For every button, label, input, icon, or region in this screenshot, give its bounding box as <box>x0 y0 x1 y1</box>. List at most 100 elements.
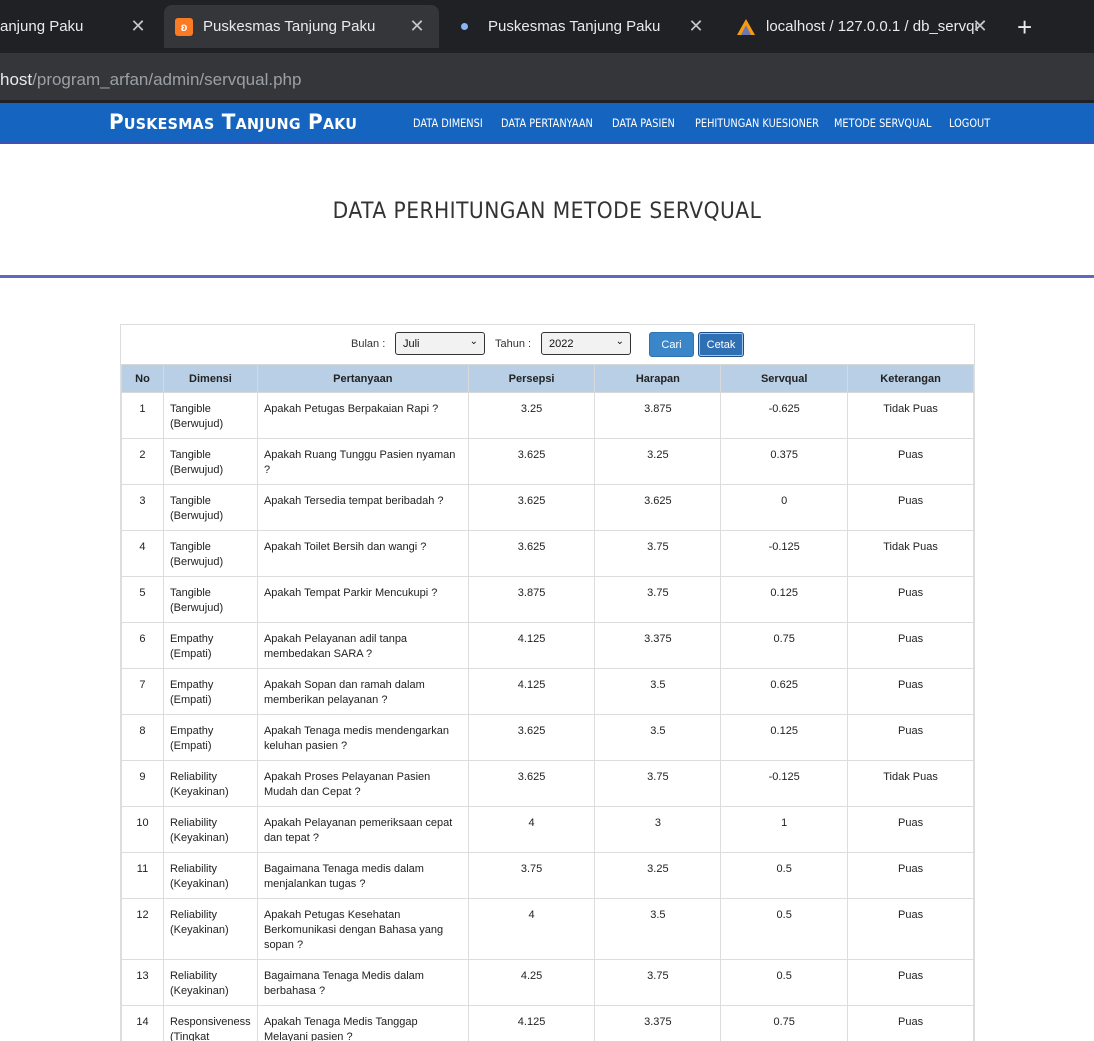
cell-pertanyaan: Apakah Sopan dan ramah dalam memberikan … <box>256 668 469 715</box>
table-row: 6 Empathy (Empati) Apakah Pelayanan adil ta… <box>121 622 974 669</box>
tahun-value: 2022 <box>549 338 574 350</box>
close-icon[interactable]: ✕ <box>128 16 148 37</box>
cell-dimensi: Tangible (Berwujud) <box>162 484 258 531</box>
cell-pertanyaan: Apakah Proses Pelayanan Pasien Mudah dan… <box>256 760 469 807</box>
dimensi-name: Tangible <box>169 587 211 599</box>
table-row: 7 Empathy (Empati) Apakah Sopan dan ramah d… <box>121 668 974 715</box>
table-row: 10 Reliability (Keyakinan) Apakah Pelayanan… <box>121 806 974 853</box>
dimensi-name: Empathy <box>169 725 214 737</box>
cell-dimensi: Tangible (Berwujud) <box>162 438 258 485</box>
cell-servqual: 0 <box>720 484 849 531</box>
tab-title: Puskesmas Tanjung Paku <box>203 18 376 35</box>
dimensi-name: Empathy <box>169 679 214 691</box>
header-pertanyaan: Pertanyaan <box>256 364 469 393</box>
nav-data-dimensi[interactable]: Data Dimensi <box>413 116 483 130</box>
dimensi-name: Reliability <box>169 909 218 921</box>
filter-bar: Bulan : Juli ⌄ Tahun : 2022 ⌄ Cari Cetak <box>121 325 974 364</box>
cell-pertanyaan: Bagaimana Tenaga medis dalam menjalankan… <box>256 852 469 899</box>
cell-keterangan: Puas <box>847 438 974 485</box>
url-path: /program_arfan/admin/servqual.php <box>32 70 302 89</box>
dimensi-name: Tangible <box>169 541 211 553</box>
nav-logout[interactable]: Logout <box>949 116 990 130</box>
cell-keterangan: Tidak Puas <box>847 760 974 807</box>
dimensi-translation: (Tingkat Responsif Atau Tanggap) <box>169 1031 210 1041</box>
url-text[interactable]: host/program_arfan/admin/servqual.php <box>0 70 301 90</box>
site-brand[interactable]: Puskesmas Tanjung Paku <box>109 110 357 134</box>
phpmyadmin-favicon-icon <box>736 18 756 36</box>
close-icon[interactable]: ✕ <box>407 16 427 37</box>
servqual-table: No Dimensi Pertanyaan Persepsi Harapan S… <box>121 364 974 1041</box>
nav-data-pasien[interactable]: Data Pasien <box>612 116 675 130</box>
tab-title: Puskesmas Tanjung Paku <box>488 18 661 35</box>
cell-harapan: 3 <box>594 806 722 853</box>
tahun-select[interactable]: 2022 ⌄ <box>541 332 631 355</box>
table-row: 1 Tangible (Berwujud) Apakah Petugas Berpak… <box>121 392 974 439</box>
browser-tab-3[interactable]: Puskesmas Tanjung Paku ✕ <box>443 5 718 48</box>
page-title: DATA PERHITUNGAN METODE SERVQUAL <box>332 199 762 224</box>
table-row: 12 Reliability (Keyakinan) Apakah Petugas K… <box>121 898 974 960</box>
cell-persepsi: 3.75 <box>467 852 596 899</box>
dimensi-name: Responsiveness <box>169 1016 251 1028</box>
loading-dot-icon <box>461 23 468 30</box>
cell-persepsi: 3.25 <box>467 392 596 439</box>
table-row: 3 Tangible (Berwujud) Apakah Tersedia tempa… <box>121 484 974 531</box>
close-icon[interactable]: ✕ <box>686 16 706 37</box>
cell-harapan: 3.875 <box>594 392 722 439</box>
new-tab-plus-icon[interactable]: + <box>1017 12 1032 43</box>
cell-harapan: 3.75 <box>594 530 722 577</box>
cell-harapan: 3.5 <box>594 714 722 761</box>
cell-dimensi: Reliability (Keyakinan) <box>162 959 258 1006</box>
cell-no: 9 <box>121 760 164 807</box>
browser-tab-4[interactable]: localhost / 127.0.0.1 / db_servqual ✕ <box>722 5 1002 48</box>
table-row: 13 Reliability (Keyakinan) Bagaimana Tenaga… <box>121 959 974 1006</box>
cell-keterangan: Puas <box>847 1005 974 1041</box>
table-row: 4 Tangible (Berwujud) Apakah Toilet Bersih … <box>121 530 974 577</box>
cell-pertanyaan: Apakah Pelayanan pemeriksaan cepat dan t… <box>256 806 469 853</box>
cell-dimensi: Tangible (Berwujud) <box>162 392 258 439</box>
cetak-button[interactable]: Cetak <box>698 332 744 357</box>
dimensi-translation: (Berwujud) <box>169 556 224 568</box>
cell-no: 2 <box>121 438 164 485</box>
cell-dimensi: Reliability (Keyakinan) <box>162 852 258 899</box>
address-bar[interactable]: host/program_arfan/admin/servqual.php <box>0 53 1094 100</box>
nav-metode-servqual[interactable]: Metode Servqual <box>834 116 931 130</box>
dimensi-translation: (Keyakinan) <box>169 832 229 844</box>
cell-pertanyaan: Apakah Tenaga Medis Tanggap Melayani pas… <box>256 1005 469 1041</box>
cell-harapan: 3.75 <box>594 576 722 623</box>
header-harapan: Harapan <box>594 364 722 393</box>
bulan-select[interactable]: Juli ⌄ <box>395 332 485 355</box>
nav-data-pertanyaan[interactable]: Data Pertanyaan <box>501 116 593 130</box>
cell-pertanyaan: Apakah Tersedia tempat beribadah ? <box>256 484 469 531</box>
title-divider <box>0 275 1094 278</box>
cell-harapan: 3.25 <box>594 852 722 899</box>
servqual-panel: Bulan : Juli ⌄ Tahun : 2022 ⌄ Cari Cetak… <box>120 324 975 1041</box>
cell-harapan: 3.625 <box>594 484 722 531</box>
dimensi-name: Reliability <box>169 970 218 982</box>
cell-no: 10 <box>121 806 164 853</box>
cari-button[interactable]: Cari <box>649 332 694 357</box>
dimensi-translation: (Berwujud) <box>169 418 224 430</box>
cell-servqual: -0.625 <box>720 392 849 439</box>
cell-servqual: 0.375 <box>720 438 849 485</box>
cell-servqual: 0.75 <box>720 1005 849 1041</box>
cell-keterangan: Puas <box>847 714 974 761</box>
browser-tab-2[interactable]: ʚ Puskesmas Tanjung Paku ✕ <box>164 5 439 48</box>
close-icon[interactable]: ✕ <box>970 16 990 37</box>
dimensi-name: Tangible <box>169 449 211 461</box>
browser-tab-1[interactable]: anjung Paku ✕ <box>0 5 160 48</box>
tahun-label: Tahun : <box>495 338 532 350</box>
table-header-row: No Dimensi Pertanyaan Persepsi Harapan S… <box>121 364 974 393</box>
dimensi-translation: (Keyakinan) <box>169 924 229 936</box>
cell-harapan: 3.5 <box>594 898 722 960</box>
tab-title: localhost / 127.0.0.1 / db_servqual <box>766 18 978 35</box>
cell-dimensi: Reliability (Keyakinan) <box>162 806 258 853</box>
cell-persepsi: 3.875 <box>467 576 596 623</box>
cell-persepsi: 3.625 <box>467 714 596 761</box>
cell-pertanyaan: Apakah Petugas Kesehatan Berkomunikasi d… <box>256 898 469 960</box>
cell-servqual: 0.625 <box>720 668 849 715</box>
cell-pertanyaan: Apakah Tempat Parkir Mencukupi ? <box>256 576 469 623</box>
cell-no: 1 <box>121 392 164 439</box>
cell-no: 3 <box>121 484 164 531</box>
url-host: host <box>0 70 33 89</box>
nav-pehitungan-kuesioner[interactable]: Pehitungan Kuesioner <box>695 116 819 130</box>
